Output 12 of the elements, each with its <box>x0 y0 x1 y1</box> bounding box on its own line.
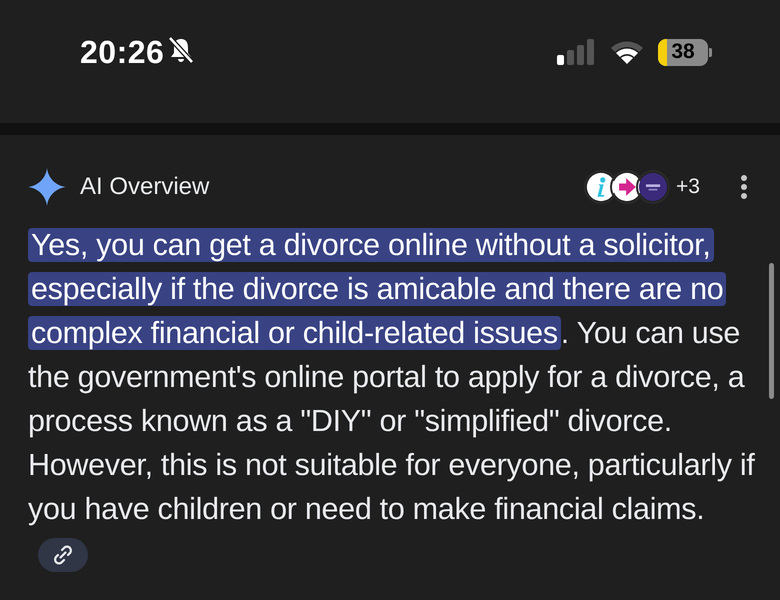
scrollbar[interactable] <box>769 263 774 399</box>
signal-icon <box>556 39 596 65</box>
sparkle-icon <box>28 168 66 206</box>
clock-time: 20:26 <box>80 34 164 70</box>
wifi-icon <box>610 40 644 64</box>
link-icon <box>53 544 73 565</box>
site-logo-icon[interactable] <box>636 170 670 204</box>
more-sources-count[interactable]: +3 <box>676 175 700 199</box>
source-link-button[interactable] <box>38 538 88 572</box>
overview-answer: Yes, you can get a divorce online without a solicitor, especially if the divorce is amicable and there are no complex financial or child-related issues. You can use the government's online portal to apply for a divorce, a process known as a "DIY" or "simplified" divorce. However, this is not suitable for everyone, particularly if you have children or need to make financial claims. <box>28 223 758 575</box>
more-options-icon[interactable] <box>740 174 748 200</box>
overview-title: AI Overview <box>80 173 210 201</box>
